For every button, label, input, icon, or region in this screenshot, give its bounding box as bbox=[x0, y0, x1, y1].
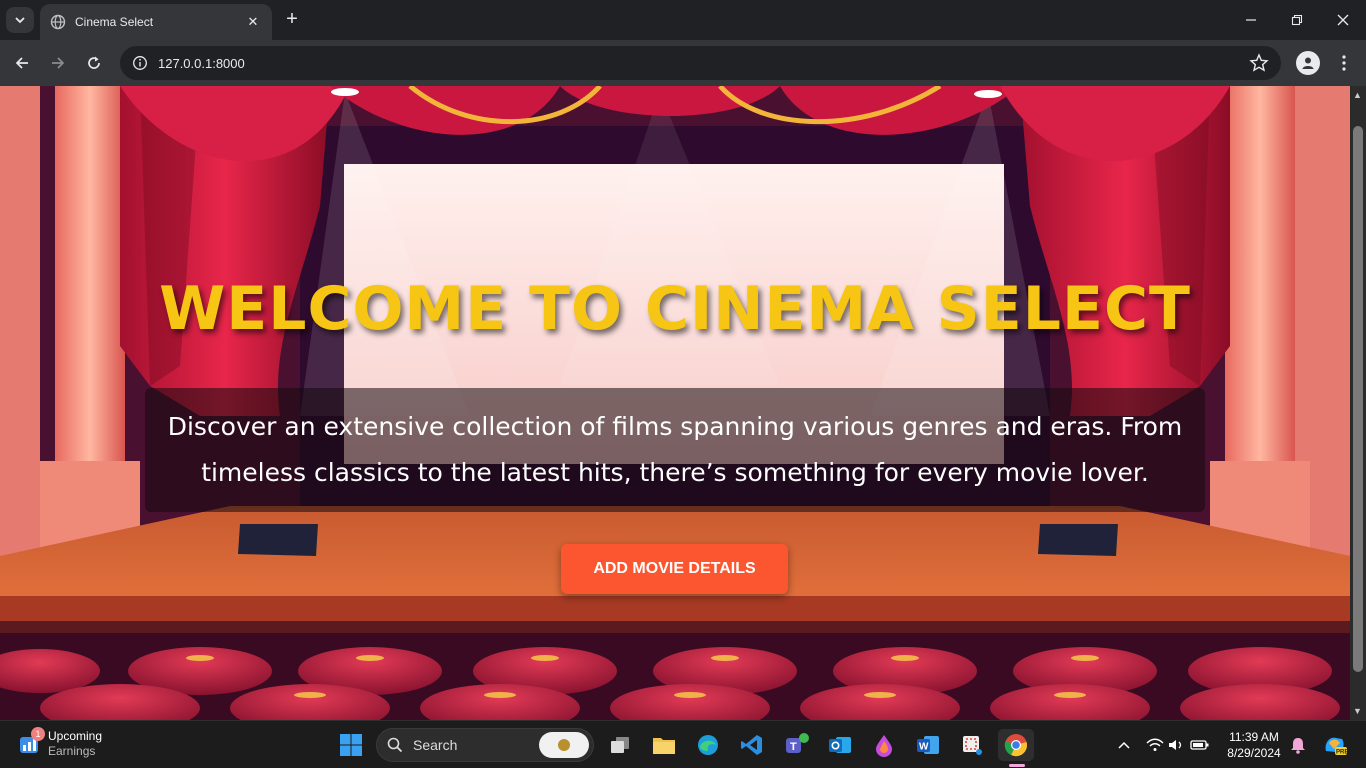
restore-icon bbox=[1291, 14, 1303, 26]
widget-subtitle: Earnings bbox=[48, 744, 96, 758]
minimize-icon bbox=[1246, 19, 1256, 21]
person-icon bbox=[1302, 57, 1314, 69]
show-hidden-icons-button[interactable] bbox=[1108, 729, 1140, 761]
doodle-icon bbox=[558, 739, 570, 751]
page-viewport: WELCOME TO CINEMA SELECT Discover an ext… bbox=[0, 86, 1350, 720]
page-scrollbar[interactable]: ▲ ▼ bbox=[1350, 86, 1366, 720]
outlook-icon bbox=[829, 737, 851, 753]
browser-toolbar: 127.0.0.1:8000 bbox=[0, 40, 1366, 86]
tab-title: Cinema Select bbox=[75, 15, 154, 29]
outlook-button[interactable] bbox=[824, 729, 856, 761]
reload-button[interactable] bbox=[82, 51, 106, 75]
vscode-icon bbox=[741, 735, 762, 755]
reload-icon bbox=[88, 56, 100, 69]
tab-search-button[interactable] bbox=[6, 7, 34, 33]
word-icon: W bbox=[917, 736, 939, 754]
description-box: Discover an extensive collection of film… bbox=[145, 388, 1205, 512]
copilot-button[interactable]: PRE bbox=[1318, 729, 1352, 761]
chevron-up-icon bbox=[1118, 741, 1130, 749]
task-view-button[interactable] bbox=[604, 729, 636, 761]
address-bar[interactable]: 127.0.0.1:8000 bbox=[120, 46, 1281, 80]
system-tray-quick-settings[interactable] bbox=[1142, 729, 1214, 761]
windows-logo-icon bbox=[340, 734, 362, 756]
new-tab-button[interactable]: + bbox=[280, 8, 304, 32]
chevron-down-icon bbox=[15, 17, 25, 24]
edge-button[interactable] bbox=[692, 729, 724, 761]
search-highlight-image[interactable] bbox=[539, 732, 589, 758]
svg-text:W: W bbox=[919, 742, 929, 753]
snipping-tool-button[interactable] bbox=[956, 729, 988, 761]
add-movie-details-button[interactable]: ADD MOVIE DETAILS bbox=[561, 544, 788, 594]
scroll-up-icon[interactable]: ▲ bbox=[1353, 90, 1362, 100]
search-label: Search bbox=[413, 737, 458, 753]
arrow-right-icon bbox=[52, 57, 65, 69]
clock-time: 11:39 AM bbox=[1229, 730, 1279, 744]
profile-avatar[interactable] bbox=[1296, 51, 1320, 75]
more-vert-icon bbox=[1342, 55, 1346, 71]
browser-menu-button[interactable] bbox=[1334, 51, 1354, 75]
snipping-tool-icon bbox=[963, 736, 982, 755]
url-text[interactable]: 127.0.0.1:8000 bbox=[158, 56, 245, 71]
search-icon bbox=[387, 737, 403, 753]
forward-button[interactable] bbox=[46, 51, 70, 75]
close-window-button[interactable] bbox=[1320, 0, 1366, 40]
tab-close-icon[interactable]: ✕ bbox=[244, 14, 262, 30]
svg-text:T: T bbox=[790, 741, 797, 753]
teams-icon: T bbox=[786, 733, 809, 753]
battery-icon bbox=[1190, 740, 1209, 750]
bookmark-star-icon[interactable] bbox=[1249, 53, 1269, 73]
hero-description: Discover an extensive collection of film… bbox=[167, 412, 1183, 487]
edge-icon bbox=[698, 735, 718, 755]
wifi-icon bbox=[1146, 738, 1164, 751]
arrow-left-icon bbox=[15, 57, 28, 69]
restore-button[interactable] bbox=[1274, 0, 1320, 40]
chrome-active-indicator bbox=[1009, 764, 1025, 767]
scroll-down-icon[interactable]: ▼ bbox=[1353, 706, 1362, 716]
task-view-icon bbox=[611, 737, 629, 753]
word-button[interactable]: W bbox=[912, 729, 944, 761]
globe-icon bbox=[50, 14, 66, 30]
scrollbar-thumb[interactable] bbox=[1353, 126, 1363, 672]
folder-icon bbox=[653, 738, 675, 754]
teams-button[interactable]: T bbox=[780, 729, 812, 761]
clock-date: 8/29/2024 bbox=[1227, 746, 1281, 760]
info-icon[interactable] bbox=[132, 55, 148, 71]
vscode-button[interactable] bbox=[736, 729, 768, 761]
minimize-button[interactable] bbox=[1228, 0, 1274, 40]
browser-tab[interactable]: Cinema Select ✕ bbox=[40, 4, 272, 40]
paint-button[interactable] bbox=[868, 729, 900, 761]
close-icon bbox=[1337, 14, 1349, 26]
notifications-button[interactable] bbox=[1284, 729, 1312, 761]
volume-icon bbox=[1169, 740, 1182, 750]
svg-text:PRE: PRE bbox=[1336, 750, 1348, 756]
copilot-icon: PRE bbox=[1325, 737, 1348, 756]
widget-title: Upcoming bbox=[48, 729, 103, 743]
paint-drop-icon bbox=[876, 735, 892, 757]
chrome-button[interactable] bbox=[998, 729, 1034, 761]
back-button[interactable] bbox=[10, 51, 34, 75]
taskbar-clock[interactable]: 11:39 AM 8/29/2024 bbox=[1222, 729, 1286, 761]
tab-strip: Cinema Select ✕ + bbox=[0, 0, 1366, 40]
file-explorer-button[interactable] bbox=[648, 729, 680, 761]
bell-icon bbox=[1291, 738, 1305, 754]
taskbar: Upcoming Earnings 1 Search T W 11:39 AM … bbox=[0, 720, 1366, 768]
hero-title: WELCOME TO CINEMA SELECT bbox=[159, 274, 1191, 344]
taskbar-search[interactable]: Search bbox=[376, 728, 594, 762]
chrome-icon bbox=[1004, 734, 1027, 757]
start-button[interactable] bbox=[335, 729, 367, 761]
widget-badge: 1 bbox=[31, 727, 45, 741]
